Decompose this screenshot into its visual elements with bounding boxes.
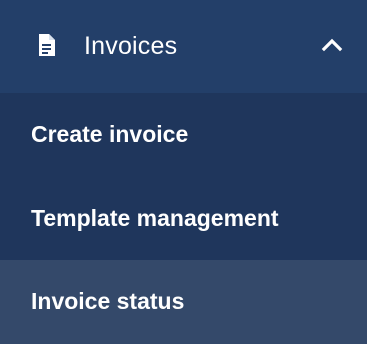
- invoices-menu-title: Invoices: [84, 32, 178, 60]
- invoices-menu: Invoices Create invoice Template managem…: [0, 0, 367, 344]
- menu-item-template-management[interactable]: Template management: [0, 177, 367, 261]
- menu-item-invoice-status[interactable]: Invoice status: [0, 260, 367, 344]
- chevron-up-icon[interactable]: [321, 36, 343, 52]
- menu-item-label: Invoice status: [31, 288, 185, 314]
- menu-item-create-invoice[interactable]: Create invoice: [0, 93, 367, 177]
- menu-item-label: Template management: [31, 205, 279, 231]
- menu-item-label: Create invoice: [31, 121, 189, 147]
- document-icon: [39, 34, 55, 56]
- invoices-menu-header[interactable]: Invoices: [0, 0, 367, 93]
